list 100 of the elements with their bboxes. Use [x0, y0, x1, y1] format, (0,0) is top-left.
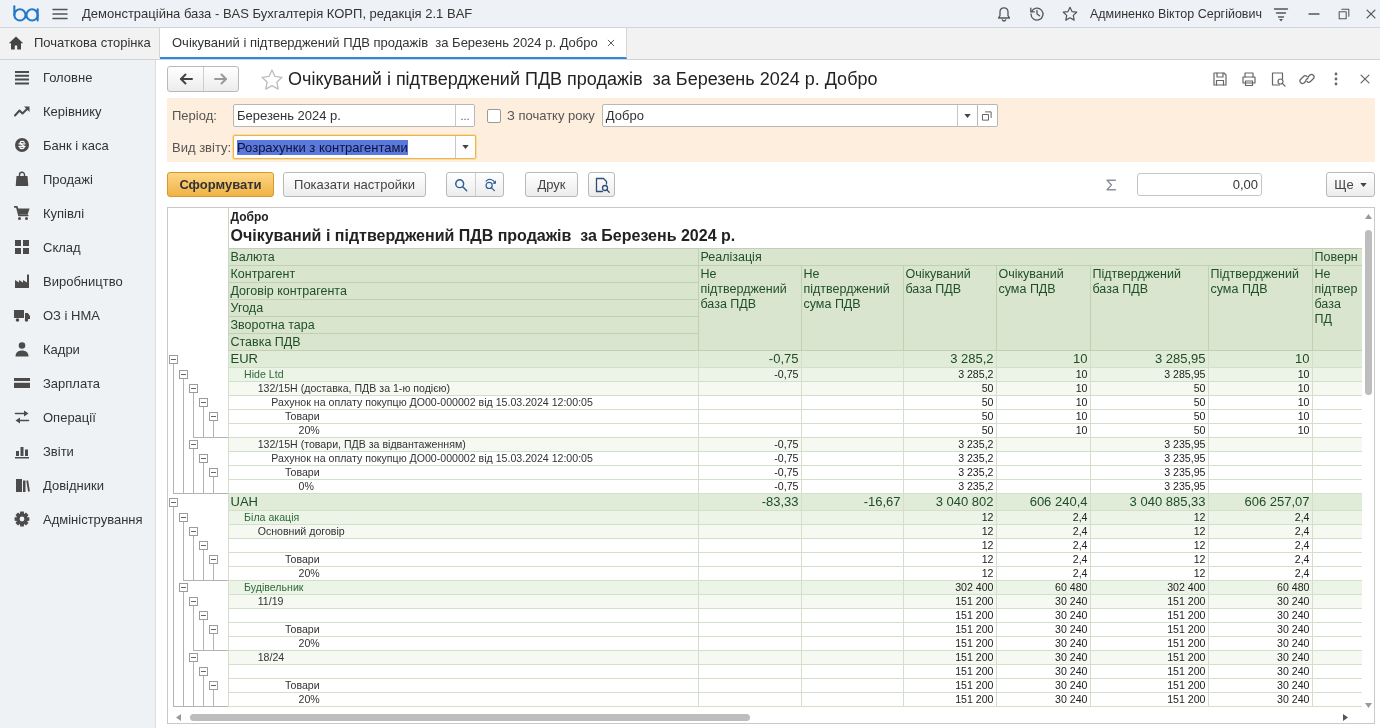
- sidebar-item[interactable]: Керівнику: [0, 94, 155, 128]
- open-button[interactable]: [977, 104, 998, 127]
- sidebar-item[interactable]: Довідники: [0, 468, 155, 502]
- collapse-icon[interactable]: [198, 611, 208, 620]
- sum-icon: [1104, 176, 1118, 193]
- organization-field[interactable]: Добро: [601, 104, 978, 127]
- books-icon: [14, 477, 30, 493]
- table-cell: 151 200: [903, 678, 996, 693]
- sidebar-item[interactable]: Банк і каса: [0, 128, 155, 162]
- table-cell: 30 240: [996, 636, 1090, 651]
- collapse-icon[interactable]: [198, 541, 208, 550]
- collapse-icon[interactable]: [208, 412, 218, 421]
- collapse-icon[interactable]: [168, 354, 178, 364]
- print-button[interactable]: Друк: [525, 172, 578, 197]
- scroll-thumb[interactable]: [190, 713, 750, 721]
- notifications-button[interactable]: [995, 5, 1012, 22]
- table-cell: 30 240: [1208, 608, 1312, 623]
- table-cell: 10: [996, 395, 1090, 410]
- functions-menu-button[interactable]: [1273, 5, 1289, 22]
- table-cell: 12: [903, 538, 996, 553]
- user-name[interactable]: Админенко Віктор Сергійович: [1089, 6, 1262, 21]
- table-cell: 12: [1090, 552, 1208, 567]
- row-label-cell: 20%: [228, 423, 698, 438]
- scroll-left-icon[interactable]: [176, 713, 181, 721]
- row-label-cell: Товари: [228, 552, 698, 567]
- collapse-icon[interactable]: [188, 384, 198, 393]
- sidebar-item[interactable]: Кадри: [0, 332, 155, 366]
- minimize-icon: [1308, 12, 1320, 15]
- table-cell: 12: [903, 552, 996, 567]
- collapse-icon[interactable]: [188, 597, 198, 606]
- table-cell: 30 240: [1208, 622, 1312, 637]
- table-cell: 3 235,95: [1090, 451, 1208, 466]
- close-icon[interactable]: [605, 37, 616, 48]
- table-cell: 151 200: [1090, 678, 1208, 693]
- checkbox-square[interactable]: [487, 108, 501, 123]
- list-icon: [14, 69, 30, 85]
- sidebar-item[interactable]: Продажі: [0, 162, 155, 196]
- sidebar-item[interactable]: Головне: [0, 60, 155, 94]
- scroll-up-icon[interactable]: [1364, 214, 1372, 219]
- table-cell: 50: [903, 409, 996, 424]
- star-icon: [1061, 5, 1078, 22]
- back-arrow-icon: [177, 71, 194, 87]
- arrows-icon: [14, 409, 30, 425]
- collapse-icon[interactable]: [208, 468, 218, 477]
- preview-page-button[interactable]: [588, 172, 615, 197]
- collapse-icon[interactable]: [188, 440, 198, 449]
- scroll-thumb[interactable]: [1364, 230, 1372, 395]
- collapse-icon[interactable]: [208, 555, 218, 564]
- collapse-icon[interactable]: [178, 583, 188, 592]
- sidebar-item[interactable]: Адміністрування: [0, 502, 155, 536]
- collapse-icon[interactable]: [188, 527, 198, 536]
- column-group-header: Реалізація: [698, 248, 1312, 266]
- collapse-icon[interactable]: [198, 454, 208, 463]
- column-header: Не підтвер база ПД: [1312, 265, 1362, 351]
- sidebar-item[interactable]: Склад: [0, 230, 155, 264]
- page-magnifier-icon: [1270, 71, 1286, 87]
- person-icon: [14, 341, 30, 357]
- sidebar-item[interactable]: Звіти: [0, 434, 155, 468]
- card-icon: [14, 375, 30, 391]
- collapse-icon[interactable]: [198, 398, 208, 407]
- table-cell: 151 200: [903, 636, 996, 651]
- scroll-right-icon[interactable]: [1343, 713, 1348, 721]
- printer-icon: [1241, 71, 1257, 87]
- sidebar-item[interactable]: Зарплата: [0, 366, 155, 400]
- collapse-icon[interactable]: [178, 370, 188, 379]
- select-button[interactable]: ...: [455, 105, 474, 126]
- column-header: Не підтверджений база ПДВ: [698, 265, 801, 351]
- year-start-checkbox[interactable]: З початку року: [487, 108, 595, 123]
- two-squares-icon: [981, 109, 994, 122]
- sidebar-item[interactable]: Виробництво: [0, 264, 155, 298]
- table-cell: -0,75: [698, 479, 801, 494]
- table-cell: 10: [1208, 423, 1312, 438]
- sidebar-item[interactable]: Операції: [0, 400, 155, 434]
- collapse-icon[interactable]: [208, 681, 218, 690]
- favorites-button[interactable]: [1061, 5, 1078, 22]
- period-field[interactable]: Березень 2024 р. ...: [233, 104, 475, 127]
- report-type-field[interactable]: Розрахунки з контрагентами: [233, 135, 476, 159]
- star-icon[interactable]: [261, 68, 283, 90]
- table-cell: 151 200: [903, 608, 996, 623]
- field-label: Період:: [172, 108, 218, 123]
- scroll-down-icon[interactable]: [1364, 703, 1372, 708]
- history-button[interactable]: [1028, 5, 1045, 22]
- sidebar-item[interactable]: Купівлі: [0, 196, 155, 230]
- table-cell: 2,4: [996, 566, 1090, 581]
- forward-arrow-icon: [213, 71, 229, 87]
- more-button[interactable]: Ще: [1326, 172, 1375, 197]
- collapse-icon[interactable]: [198, 667, 208, 676]
- collapse-icon[interactable]: [168, 497, 178, 507]
- collapse-icon[interactable]: [178, 513, 188, 522]
- collapse-icon[interactable]: [208, 625, 218, 634]
- sidebar-item[interactable]: ОЗ і НМА: [0, 298, 155, 332]
- generate-button[interactable]: Сформувати: [167, 172, 274, 197]
- table-cell: 30 240: [1208, 636, 1312, 651]
- tab[interactable]: Очікуваний і підтверджений ПДВ продажів за Березень 2024 р. Добро: [160, 28, 627, 59]
- sum-field[interactable]: 0,00: [1137, 173, 1262, 196]
- show-settings-button[interactable]: Показати настройки: [283, 172, 426, 197]
- restore-button[interactable]: [1337, 6, 1351, 21]
- table-cell: 151 200: [1090, 664, 1208, 679]
- collapse-icon[interactable]: [188, 653, 198, 662]
- column-header: Очікуваний сума ПДВ: [996, 265, 1090, 351]
